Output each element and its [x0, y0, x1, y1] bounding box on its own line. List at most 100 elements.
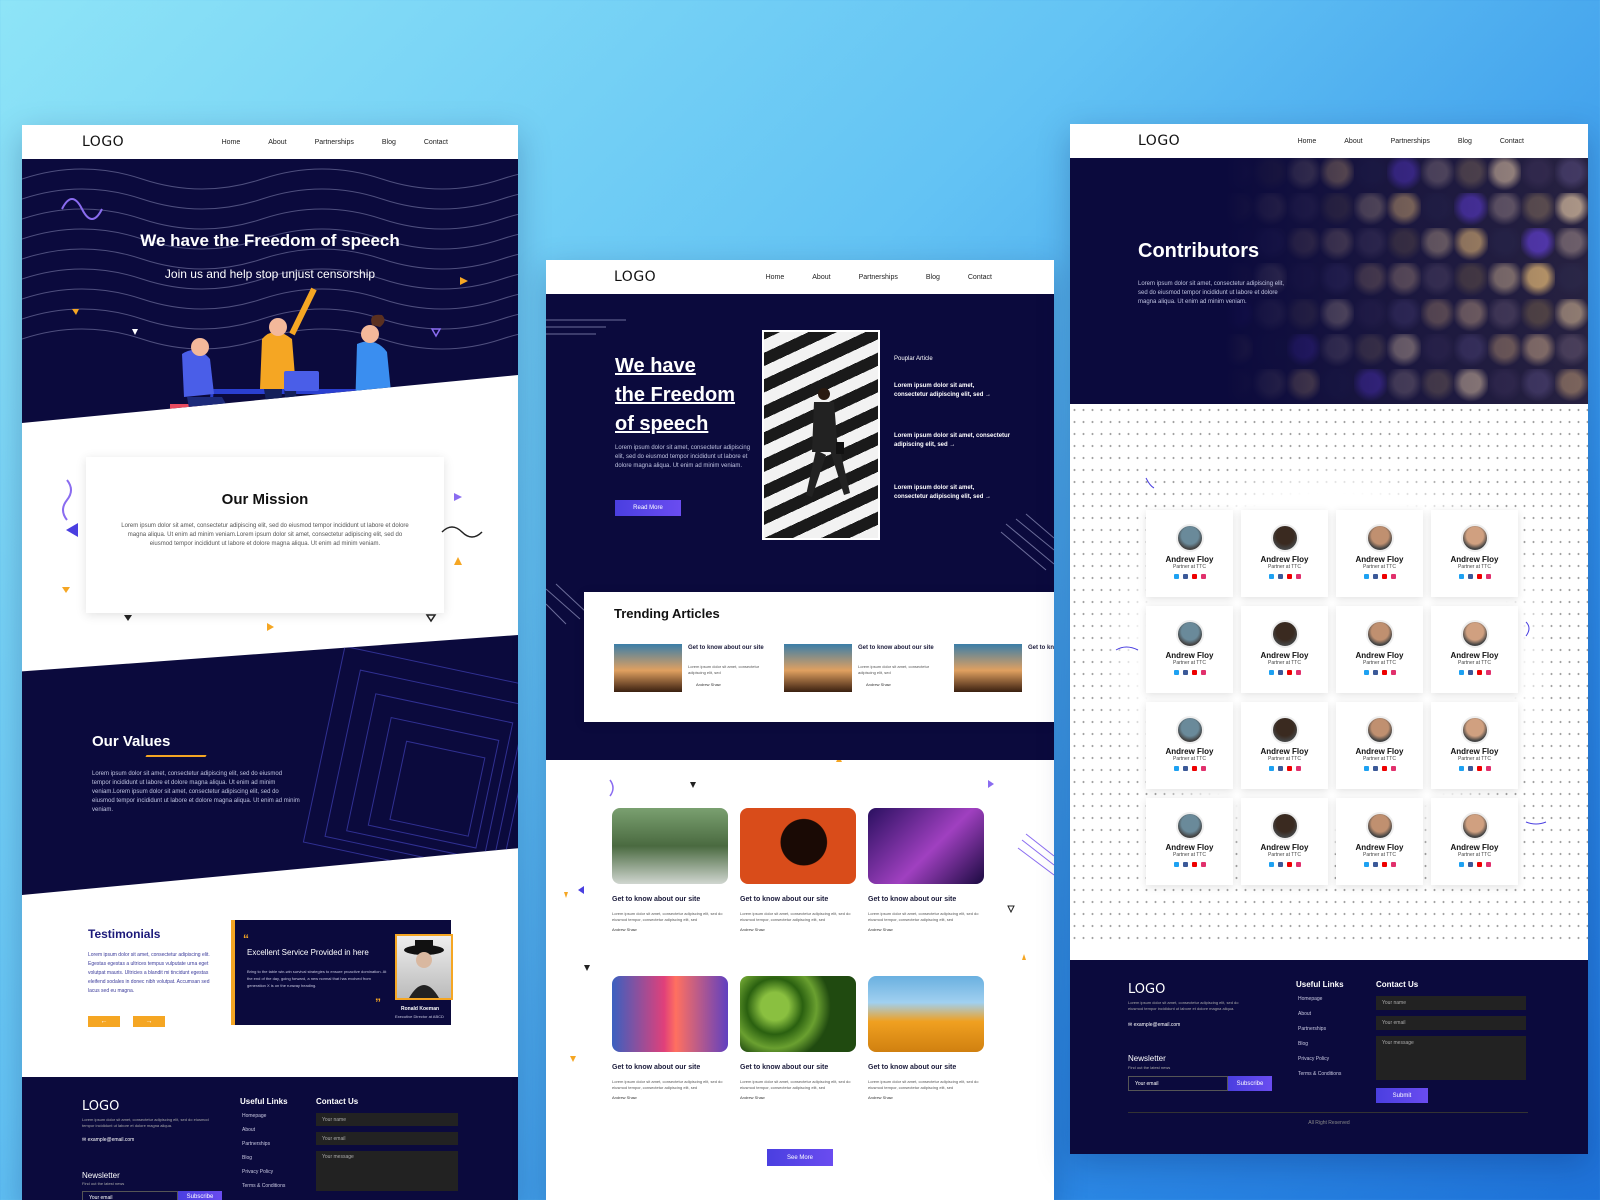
twitter-icon[interactable]	[1173, 862, 1179, 867]
link-privacy[interactable]: Privacy Policy	[1298, 1056, 1341, 1062]
footer-email-text[interactable]: example@email.com	[1134, 1022, 1181, 1028]
see-more-button[interactable]: See More	[767, 1149, 833, 1166]
popular-item-2[interactable]: Lorem ipsum dolor sit amet, consectetur …	[894, 432, 1012, 450]
instagram-icon[interactable]	[1295, 574, 1301, 579]
instagram-icon[interactable]	[1390, 670, 1396, 675]
twitter-icon[interactable]	[1458, 766, 1464, 771]
nav-blog[interactable]: Blog	[926, 274, 940, 281]
contact-message-field[interactable]: Your message	[316, 1151, 458, 1191]
youtube-icon[interactable]	[1191, 862, 1197, 867]
youtube-icon[interactable]	[1381, 766, 1387, 771]
twitter-icon[interactable]	[1173, 766, 1179, 771]
facebook-icon[interactable]	[1467, 574, 1473, 579]
instagram-icon[interactable]	[1485, 574, 1491, 579]
link-partnerships[interactable]: Partnerships	[1298, 1026, 1341, 1032]
facebook-icon[interactable]	[1182, 862, 1188, 867]
instagram-icon[interactable]	[1485, 862, 1491, 867]
instagram-icon[interactable]	[1295, 766, 1301, 771]
contact-email-field[interactable]: Your email	[1376, 1016, 1526, 1030]
youtube-icon[interactable]	[1476, 862, 1482, 867]
link-about[interactable]: About	[1298, 1011, 1341, 1017]
facebook-icon[interactable]	[1372, 766, 1378, 771]
instagram-icon[interactable]	[1485, 766, 1491, 771]
contributor-card[interactable]: Andrew Floy Partner at TTC	[1146, 702, 1233, 789]
testimonial-prev-button[interactable]: ←	[88, 1016, 120, 1027]
subscribe-button[interactable]: Subscribe	[1228, 1076, 1272, 1091]
link-homepage[interactable]: Homepage	[242, 1113, 285, 1119]
footer-email-text[interactable]: example@email.com	[88, 1137, 135, 1143]
contributor-card[interactable]: Andrew Floy Partner at TTC	[1431, 798, 1518, 885]
instagram-icon[interactable]	[1390, 862, 1396, 867]
twitter-icon[interactable]	[1363, 574, 1369, 579]
twitter-icon[interactable]	[1363, 670, 1369, 675]
youtube-icon[interactable]	[1476, 766, 1482, 771]
nav-about[interactable]: About	[268, 139, 286, 146]
newsletter-email-input[interactable]: Your email	[82, 1191, 178, 1200]
logo[interactable]: LOGO	[82, 134, 124, 150]
article-card[interactable]: Get to know about our site Lorem ipsum d…	[868, 808, 984, 932]
contributor-card[interactable]: Andrew Floy Partner at TTC	[1241, 702, 1328, 789]
nav-blog[interactable]: Blog	[1458, 138, 1472, 145]
facebook-icon[interactable]	[1277, 766, 1283, 771]
contributor-card[interactable]: Andrew Floy Partner at TTC	[1336, 702, 1423, 789]
twitter-icon[interactable]	[1268, 670, 1274, 675]
facebook-icon[interactable]	[1372, 862, 1378, 867]
trending-item[interactable]: Get to know about our site Lorem ipsum d…	[614, 644, 774, 694]
link-blog[interactable]: Blog	[1298, 1041, 1341, 1047]
nav-about[interactable]: About	[1344, 138, 1362, 145]
facebook-icon[interactable]	[1467, 862, 1473, 867]
nav-contact[interactable]: Contact	[1500, 138, 1524, 145]
contact-message-field[interactable]: Your message	[1376, 1036, 1526, 1080]
instagram-icon[interactable]	[1390, 574, 1396, 579]
twitter-icon[interactable]	[1458, 574, 1464, 579]
subscribe-button[interactable]: Subscribe	[178, 1191, 222, 1200]
facebook-icon[interactable]	[1372, 670, 1378, 675]
instagram-icon[interactable]	[1200, 574, 1206, 579]
facebook-icon[interactable]	[1277, 670, 1283, 675]
popular-item-3[interactable]: Lorem ipsum dolor sit amet, consectetur …	[894, 484, 994, 502]
nav-home[interactable]: Home	[1298, 138, 1317, 145]
nav-home[interactable]: Home	[222, 139, 241, 146]
link-privacy[interactable]: Privacy Policy	[242, 1169, 285, 1175]
article-card[interactable]: Get to know about our site Lorem ipsum d…	[868, 976, 984, 1100]
nav-about[interactable]: About	[812, 274, 830, 281]
youtube-icon[interactable]	[1286, 574, 1292, 579]
youtube-icon[interactable]	[1381, 574, 1387, 579]
youtube-icon[interactable]	[1286, 766, 1292, 771]
youtube-icon[interactable]	[1381, 670, 1387, 675]
instagram-icon[interactable]	[1200, 670, 1206, 675]
instagram-icon[interactable]	[1390, 766, 1396, 771]
link-terms[interactable]: Terms & Conditions	[1298, 1071, 1341, 1077]
youtube-icon[interactable]	[1381, 862, 1387, 867]
footer-logo[interactable]: LOGO	[82, 1099, 119, 1114]
trending-item[interactable]: Get to know about our site	[954, 644, 1054, 694]
read-more-button[interactable]: Read More	[615, 500, 681, 516]
nav-partnerships[interactable]: Partnerships	[859, 274, 898, 281]
twitter-icon[interactable]	[1363, 766, 1369, 771]
youtube-icon[interactable]	[1286, 670, 1292, 675]
nav-partnerships[interactable]: Partnerships	[315, 139, 354, 146]
contributor-card[interactable]: Andrew Floy Partner at TTC	[1241, 798, 1328, 885]
newsletter-email-input[interactable]: Your email	[1128, 1076, 1228, 1091]
nav-contact[interactable]: Contact	[968, 274, 992, 281]
twitter-icon[interactable]	[1363, 862, 1369, 867]
trending-item[interactable]: Get to know about our site Lorem ipsum d…	[784, 644, 944, 694]
nav-blog[interactable]: Blog	[382, 139, 396, 146]
article-card[interactable]: Get to know about our site Lorem ipsum d…	[740, 808, 856, 932]
article-card[interactable]: Get to know about our site Lorem ipsum d…	[740, 976, 856, 1100]
youtube-icon[interactable]	[1476, 574, 1482, 579]
contributor-card[interactable]: Andrew Floy Partner at TTC	[1241, 510, 1328, 597]
testimonial-next-button[interactable]: →	[133, 1016, 165, 1027]
contact-name-field[interactable]: Your name	[1376, 996, 1526, 1010]
contributor-card[interactable]: Andrew Floy Partner at TTC	[1336, 606, 1423, 693]
contributor-card[interactable]: Andrew Floy Partner at TTC	[1431, 606, 1518, 693]
youtube-icon[interactable]	[1191, 574, 1197, 579]
instagram-icon[interactable]	[1200, 862, 1206, 867]
contact-email-field[interactable]: Your email	[316, 1132, 458, 1145]
logo[interactable]: LOGO	[1138, 133, 1180, 149]
contributor-card[interactable]: Andrew Floy Partner at TTC	[1336, 510, 1423, 597]
youtube-icon[interactable]	[1191, 766, 1197, 771]
instagram-icon[interactable]	[1295, 670, 1301, 675]
twitter-icon[interactable]	[1268, 862, 1274, 867]
facebook-icon[interactable]	[1467, 766, 1473, 771]
